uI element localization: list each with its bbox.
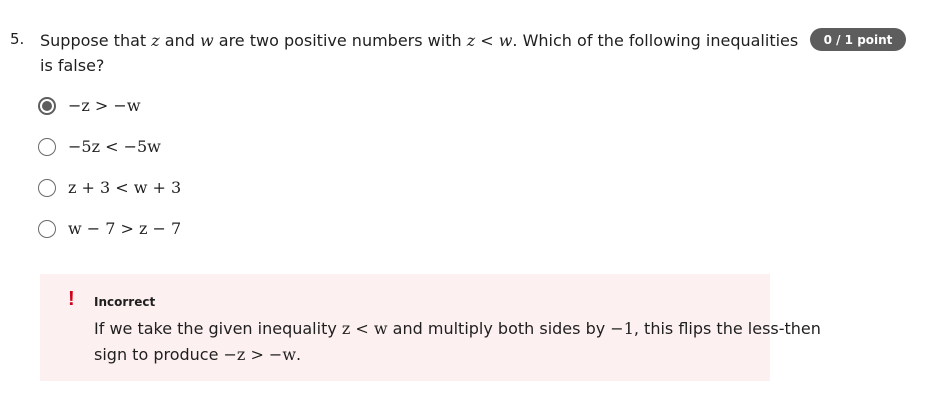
feedback-math: z < w — [341, 319, 388, 338]
feedback-title: Incorrect — [94, 295, 156, 309]
exclamation-icon: ! — [68, 288, 75, 310]
points-badge: 0 / 1 point — [810, 28, 906, 51]
answer-options: −z > −w −5z < −5w z + 3 < w + 3 w − 7 > … — [38, 92, 181, 256]
math-variable-z: z — [151, 31, 160, 50]
feedback-panel: ! Incorrect If we take the given inequal… — [40, 274, 821, 381]
question-text-part: are two positive numbers with — [213, 31, 467, 50]
radio-button[interactable] — [38, 137, 56, 156]
option-label: −z > −w — [68, 96, 141, 115]
question-number: 5. — [10, 30, 25, 48]
feedback-text-part: and multiply both sides by — [387, 319, 611, 338]
option-label: −5z < −5w — [68, 137, 161, 156]
quiz-page: 5. Suppose that z and w are two positive… — [0, 0, 925, 409]
option-label: z + 3 < w + 3 — [68, 178, 182, 197]
radio-dot — [42, 100, 52, 111]
radio-button[interactable] — [38, 178, 56, 197]
answer-option-2[interactable]: −5z < −5w — [38, 133, 181, 160]
feedback-text-part: . — [296, 345, 302, 364]
question-text: Suppose that z and w are two positive nu… — [40, 28, 800, 78]
feedback-math: −z > −w — [223, 345, 297, 364]
radio-button-selected[interactable] — [38, 96, 56, 115]
radio-button[interactable] — [38, 219, 56, 238]
answer-option-3[interactable]: z + 3 < w + 3 — [38, 174, 181, 201]
question-text-part: Suppose that — [40, 31, 152, 50]
math-inequality: z < w — [466, 31, 513, 50]
feedback-math: −1 — [610, 319, 634, 338]
math-variable-w: w — [199, 31, 214, 50]
feedback-text-part: If we take the given inequality — [94, 319, 342, 338]
option-label: w − 7 > z − 7 — [68, 219, 182, 238]
feedback-explanation: If we take the given inequality z < w an… — [94, 316, 834, 368]
answer-option-1[interactable]: −z > −w — [38, 92, 181, 119]
answer-option-4[interactable]: w − 7 > z − 7 — [38, 215, 181, 242]
question-text-part: and — [159, 31, 200, 50]
